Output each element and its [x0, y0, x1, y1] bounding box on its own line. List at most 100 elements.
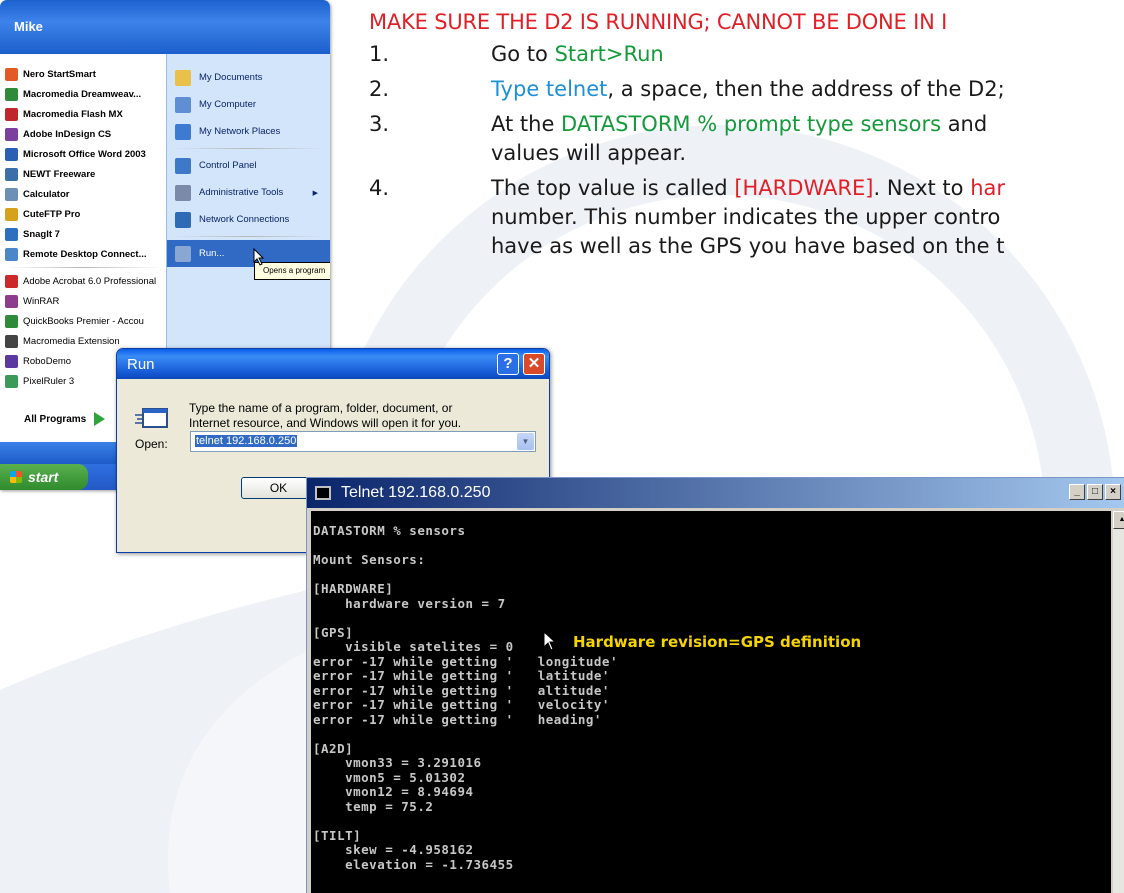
menu-divider: [6, 267, 160, 268]
play-arrow-icon: [94, 412, 106, 426]
run-dialog-title: Run: [117, 349, 549, 379]
place-item-2[interactable]: My Network Places: [167, 118, 330, 145]
pinned-program-5[interactable]: NEWT Freeware: [0, 164, 166, 184]
program-icon: [5, 354, 18, 368]
pinned-program-3[interactable]: Adobe InDesign CS: [0, 124, 166, 144]
program-icon: [175, 184, 191, 201]
place-item-1[interactable]: My Computer: [167, 91, 330, 118]
program-icon: [5, 274, 18, 288]
type-telnet-text: Type telnet: [491, 77, 608, 101]
recent-program-0[interactable]: Adobe Acrobat 6.0 Professional: [0, 271, 166, 291]
windows-flag-icon: [10, 471, 22, 483]
run-program-icon: [135, 408, 168, 428]
run-tooltip: Opens a program: [254, 262, 330, 280]
program-icon: [175, 157, 191, 174]
hardware-annotation: Hardware revision=GPS definition: [573, 633, 862, 651]
program-icon: [5, 127, 18, 141]
terminal-line: Mount Sensors:: [313, 552, 426, 567]
recent-program-1[interactable]: WinRAR: [0, 291, 166, 311]
terminal-line: temp = 75.2: [313, 798, 434, 814]
telnet-title-bar: Telnet 192.168.0.250: [307, 478, 1124, 508]
warning-text: MAKE SURE THE D2 IS RUNNING; CANNOT BE D…: [369, 10, 948, 34]
ok-button[interactable]: OK: [241, 477, 316, 499]
pinned-program-2[interactable]: Macromedia Flash MX: [0, 104, 166, 124]
place-item-0[interactable]: My Documents: [167, 64, 330, 91]
terminal-line: error -17 while getting ' longitude': [313, 653, 618, 669]
menu-divider: [173, 148, 324, 149]
help-button[interactable]: ?: [497, 353, 519, 375]
terminal-line: vmon5 = 5.01302: [313, 769, 466, 785]
terminal-line: vmon33 = 3.291016: [313, 755, 482, 770]
step-4: 4. The top value is called [HARDWARE]. N…: [369, 176, 1006, 258]
recent-program-2[interactable]: QuickBooks Premier - Accou: [0, 311, 166, 331]
program-icon: [175, 123, 191, 140]
pinned-program-0[interactable]: Nero StartSmart: [0, 64, 166, 84]
terminal-line: [HARDWARE]: [313, 581, 394, 596]
place-item-4[interactable]: Administrative Tools ▶: [167, 179, 330, 206]
pinned-program-8[interactable]: SnagIt 7: [0, 224, 166, 244]
program-icon: [5, 187, 18, 201]
terminal-line: elevation = -1.736455: [313, 856, 514, 872]
close-button[interactable]: ✕: [523, 353, 545, 375]
terminal-line: vmon12 = 8.94694: [313, 784, 474, 799]
menu-divider: [173, 236, 324, 237]
open-label: Open:: [135, 437, 168, 451]
program-icon: [5, 67, 18, 81]
program-icon: [5, 167, 18, 181]
run-description: Type the name of a program, folder, docu…: [189, 401, 462, 430]
mouse-cursor-icon: [543, 631, 557, 651]
place-item-5[interactable]: Network Connections: [167, 206, 330, 233]
pinned-program-6[interactable]: Calculator: [0, 184, 166, 204]
start-button[interactable]: start: [0, 464, 88, 490]
scroll-up-icon[interactable]: ▲: [1113, 511, 1124, 529]
chevron-down-icon[interactable]: ▼: [517, 433, 534, 450]
program-icon: [5, 207, 18, 221]
terminal-line: [A2D]: [313, 740, 354, 756]
terminal-line: error -17 while getting ' latitude': [313, 668, 610, 683]
console-icon: [315, 486, 331, 500]
terminal-output[interactable]: DATASTORM % sensors Mount Sensors: [HARDWA…: [311, 511, 1111, 893]
submenu-arrow-icon: ▶: [312, 189, 318, 197]
program-icon: [5, 107, 18, 121]
start-menu-user: Mike: [0, 0, 330, 54]
hardware-text: [HARDWARE]: [734, 176, 874, 200]
pinned-program-4[interactable]: Microsoft Office Word 2003: [0, 144, 166, 164]
program-icon: [5, 334, 18, 348]
open-input[interactable]: telnet 192.168.0.250 ▼: [190, 431, 536, 452]
start-run-text: Start>Run: [554, 42, 664, 66]
program-icon: [5, 294, 18, 308]
program-icon: [175, 245, 191, 262]
pinned-program-1[interactable]: Macromedia Dreamweav...: [0, 84, 166, 104]
prompt-text: DATASTORM % prompt type sensors: [561, 112, 942, 136]
place-item-3[interactable]: Control Panel: [167, 152, 330, 179]
program-icon: [175, 96, 191, 113]
window-close-button[interactable]: ×: [1105, 484, 1121, 500]
program-icon: [5, 314, 18, 328]
pinned-program-9[interactable]: Remote Desktop Connect...: [0, 244, 166, 264]
terminal-line: error -17 while getting ' altitude': [313, 682, 610, 698]
step-1: 1. Go to Start>Run: [369, 42, 664, 66]
program-icon: [175, 211, 191, 228]
terminal-line: [TILT]: [313, 827, 362, 843]
step-3: 3. At the DATASTORM % prompt type sensor…: [369, 112, 988, 165]
program-icon: [5, 374, 18, 388]
instructions-text: MAKE SURE THE D2 IS RUNNING; CANNOT BE D…: [369, 10, 1124, 267]
vertical-scrollbar[interactable]: ▲: [1113, 511, 1124, 893]
program-icon: [175, 69, 191, 86]
terminal-line: error -17 while getting ' heading': [313, 711, 602, 727]
program-icon: [5, 147, 18, 161]
terminal-line: DATASTORM % sensors: [313, 523, 466, 538]
maximize-button[interactable]: □: [1087, 484, 1103, 500]
terminal-line: hardware version = 7: [313, 595, 506, 611]
terminal-line: error -17 while getting ' velocity': [313, 697, 610, 712]
telnet-window: Telnet 192.168.0.250 _ □ × DATASTORM % s…: [306, 477, 1124, 893]
minimize-button[interactable]: _: [1069, 484, 1085, 500]
program-icon: [5, 87, 18, 101]
terminal-line: skew = -4.958162: [313, 842, 474, 857]
step-2: 2. Type telnet, a space, then the addres…: [369, 77, 1005, 101]
pinned-program-7[interactable]: CuteFTP Pro: [0, 204, 166, 224]
